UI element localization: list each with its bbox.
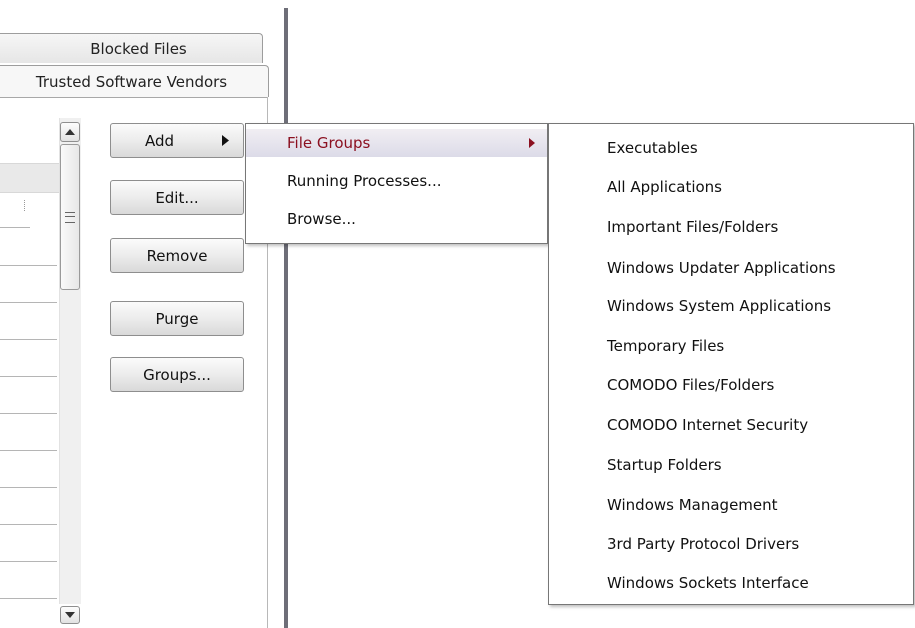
list-row-line — [0, 413, 57, 414]
menu-item-comodo-files-folders[interactable]: COMODO Files/Folders — [549, 370, 913, 400]
list-row-line — [0, 450, 57, 451]
menu-item-windows-sockets-interface[interactable]: Windows Sockets Interface — [549, 568, 913, 598]
menu-item-label: Browse... — [287, 210, 356, 228]
menu-item-label: Windows Management — [607, 496, 778, 514]
pane-divider[interactable] — [284, 8, 288, 628]
menu-item-running-processes[interactable]: Running Processes... — [246, 167, 547, 195]
menu-item-important-files-folders[interactable]: Important Files/Folders — [549, 212, 913, 242]
menu-item-windows-updater-applications[interactable]: Windows Updater Applications — [549, 253, 913, 283]
list-header — [0, 163, 60, 193]
menu-item-all-applications[interactable]: All Applications — [549, 172, 913, 202]
menu-item-browse[interactable]: Browse... — [246, 205, 547, 233]
menu-item-label: All Applications — [607, 178, 722, 196]
menu-item-label: COMODO Files/Folders — [607, 376, 775, 394]
edit-button[interactable]: Edit... — [110, 180, 244, 215]
add-menu: File Groups Running Processes... Browse.… — [245, 123, 548, 244]
menu-item-label: Executables — [607, 139, 698, 157]
list-row-line — [0, 302, 57, 303]
panel-border — [0, 97, 267, 98]
menu-item-startup-folders[interactable]: Startup Folders — [549, 450, 913, 480]
list-row-line — [0, 339, 57, 340]
add-button-label: Add — [145, 131, 175, 150]
list-row-line — [0, 487, 57, 488]
menu-item-label: Startup Folders — [607, 456, 722, 474]
menu-item-label: Important Files/Folders — [607, 218, 779, 236]
list-row-line — [0, 265, 57, 266]
groups-button[interactable]: Groups... — [110, 357, 244, 392]
purge-button[interactable]: Purge — [110, 301, 244, 336]
list-row-line — [0, 376, 57, 377]
edit-button-label: Edit... — [155, 188, 199, 207]
remove-button-label: Remove — [146, 246, 208, 265]
tab-trusted-software-vendors[interactable]: Trusted Software Vendors — [0, 65, 269, 97]
add-button[interactable]: Add — [110, 123, 244, 158]
purge-button-label: Purge — [155, 309, 199, 328]
tab-blocked-files[interactable]: Blocked Files — [0, 33, 263, 63]
menu-item-comodo-internet-security[interactable]: COMODO Internet Security — [549, 410, 913, 440]
menu-item-3rd-party-protocol-drivers[interactable]: 3rd Party Protocol Drivers — [549, 529, 913, 559]
menu-item-label: Running Processes... — [287, 172, 442, 190]
list-row-line — [0, 524, 57, 525]
menu-item-label: Windows Sockets Interface — [607, 574, 809, 592]
list-row-line — [0, 598, 57, 599]
scroll-up-icon[interactable] — [60, 122, 80, 142]
menu-item-windows-management[interactable]: Windows Management — [549, 490, 913, 520]
menu-item-label: Windows System Applications — [607, 297, 832, 315]
menu-item-executables[interactable]: Executables — [549, 133, 913, 163]
menu-item-label: Windows Updater Applications — [607, 259, 836, 277]
grip-icon — [65, 211, 75, 223]
column-divider — [24, 200, 26, 211]
menu-item-label: File Groups — [287, 134, 371, 152]
menu-item-temporary-files[interactable]: Temporary Files — [549, 331, 913, 361]
scroll-thumb[interactable] — [60, 144, 80, 290]
triangle-right-icon — [529, 138, 535, 148]
menu-item-label: COMODO Internet Security — [607, 416, 809, 434]
menu-item-file-groups[interactable]: File Groups — [246, 129, 547, 157]
groups-button-label: Groups... — [143, 365, 211, 384]
menu-item-label: 3rd Party Protocol Drivers — [607, 535, 800, 553]
remove-button[interactable]: Remove — [110, 238, 244, 273]
menu-item-label: Temporary Files — [607, 337, 725, 355]
file-groups-menu: Executables All Applications Important F… — [548, 123, 914, 605]
list-row-line — [0, 227, 30, 228]
menu-item-windows-system-applications[interactable]: Windows System Applications — [549, 291, 913, 321]
scroll-down-icon[interactable] — [60, 606, 80, 624]
triangle-right-icon — [222, 135, 229, 146]
list-row-line — [0, 561, 57, 562]
